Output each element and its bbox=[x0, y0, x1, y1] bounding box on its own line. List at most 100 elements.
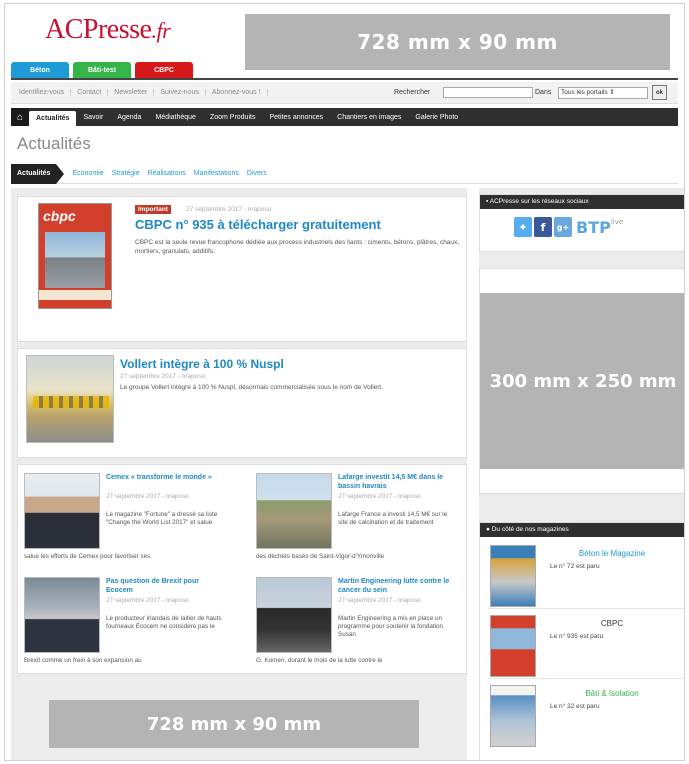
article-desc: Le groupe Vollert intègre à 100 % Nuspl,… bbox=[120, 384, 384, 391]
article-title[interactable]: Cemex « transforme le monde » bbox=[106, 473, 224, 482]
live-text: live bbox=[610, 217, 624, 226]
sidebar-ad-banner[interactable]: 300 mm x 250 mm bbox=[480, 293, 684, 469]
magazines-box: ● Du côté de nos magazines Béton le Maga… bbox=[479, 522, 684, 760]
article-grid: Cemex « transforme le monde » 27 septemb… bbox=[17, 464, 467, 674]
divider bbox=[11, 78, 678, 80]
list-item: Cemex « transforme le monde » 27 septemb… bbox=[18, 465, 238, 565]
magazine-item-bati[interactable]: Bâti & Isolation Le n° 32 est paru bbox=[488, 681, 684, 749]
home-icon[interactable]: ⌂ bbox=[11, 108, 29, 126]
article-desc-overflow: des déchets basés de Saint-Vigor-d'Ymonv… bbox=[256, 553, 385, 560]
portal-tab-bati[interactable]: Bâti-test bbox=[73, 62, 131, 78]
nav-savoir[interactable]: Savoir bbox=[76, 114, 110, 121]
social-header: ▪ ACPresse sur les réseaux sociaux bbox=[480, 195, 684, 209]
cover-strip bbox=[39, 290, 111, 300]
article-desc: Le producteur irlandais de laitier de ha… bbox=[106, 615, 222, 630]
featured-desc: CBPC est la seule revue francophone dédi… bbox=[135, 239, 460, 255]
article-title[interactable]: Lafarge investit 14,5 M€ dans le bassin … bbox=[338, 473, 456, 491]
nav-mediatheque[interactable]: Médiathèque bbox=[148, 114, 202, 121]
link-identify[interactable]: Identifiez-vous bbox=[19, 89, 72, 96]
subnav-actualites[interactable]: Actualités bbox=[11, 163, 66, 184]
magazine-cover[interactable] bbox=[490, 545, 536, 607]
scope-select-value: Tous les portails bbox=[561, 89, 608, 96]
search-label: Rechercher bbox=[394, 89, 431, 96]
search-ok-button[interactable]: ok bbox=[652, 85, 667, 100]
logo-tld: .fr bbox=[151, 18, 171, 43]
magazine-cover[interactable] bbox=[490, 615, 536, 677]
news-column: cbpc Important 27 septembre 2017 - nrapo… bbox=[11, 188, 467, 760]
google-plus-icon[interactable]: g+ bbox=[554, 217, 572, 237]
article-title[interactable]: Vollert intègre à 100 % Nuspl bbox=[120, 357, 284, 371]
magazine-item-beton[interactable]: Béton le Magazine Le n° 72 est paru bbox=[488, 541, 684, 609]
cover-logo: cbpc bbox=[43, 208, 76, 224]
nav-actualites[interactable]: Actualités bbox=[29, 111, 77, 126]
link-newsletter[interactable]: Newsletter bbox=[114, 89, 155, 96]
link-subscribe[interactable]: Abonnez-vous ! bbox=[212, 89, 268, 96]
article-title[interactable]: Martin Engineering lutte contre le cance… bbox=[338, 577, 456, 595]
page-title: Actualités bbox=[17, 134, 91, 153]
subnav-manifestations[interactable]: Manifestations bbox=[190, 170, 243, 177]
article-title[interactable]: Pas question de Brexit pour Ecocem bbox=[106, 577, 224, 595]
article-thumbnail[interactable] bbox=[24, 473, 100, 549]
sidebar: ▪ ACPresse sur les réseaux sociaux ✦ f g… bbox=[479, 188, 684, 760]
site-logo[interactable]: ACPresse.fr bbox=[45, 14, 171, 46]
search-input[interactable] bbox=[443, 87, 533, 98]
bottom-ad-banner[interactable]: 728 mm x 90 mm bbox=[49, 700, 419, 748]
article-desc: Martin Engineering a mis en place un pro… bbox=[338, 615, 444, 638]
magazine-name[interactable]: Béton le Magazine bbox=[544, 549, 680, 558]
magazine-name[interactable]: Bâti & Isolation bbox=[544, 689, 680, 698]
portal-tab-beton[interactable]: Béton bbox=[11, 62, 69, 78]
subnav-realisations[interactable]: Réalisations bbox=[144, 170, 190, 177]
portal-tabs: Béton Bâti-test CBPC bbox=[11, 62, 193, 78]
twitter-icon[interactable]: ✦ bbox=[514, 217, 532, 237]
magazines-header-text: Du côté de nos magazines bbox=[491, 526, 569, 533]
magazine-item-cbpc[interactable]: CBPC Le n° 935 est paru bbox=[488, 611, 684, 679]
page-frame: ACPresse.fr 728 mm x 90 mm Béton Bâti-te… bbox=[4, 3, 685, 761]
article-meta: 27 septembre 2017 - nraposo bbox=[106, 493, 189, 500]
article-thumbnail[interactable] bbox=[26, 355, 114, 443]
article-meta: 27 septembre 2017 - nraposo bbox=[186, 206, 272, 213]
utility-links: Identifiez-vous Contact Newsletter Suive… bbox=[11, 89, 268, 96]
article-desc-overflow: salue les efforts de Cemex pour favorise… bbox=[24, 553, 151, 560]
list-item: Pas question de Brexit pour Ecocem 27 se… bbox=[18, 569, 238, 669]
scope-select[interactable]: Tous les portails ⇕ bbox=[558, 87, 648, 99]
magazine-issue: Le n° 935 est paru bbox=[550, 633, 604, 640]
magazine-cover[interactable] bbox=[490, 685, 536, 747]
list-item: Martin Engineering lutte contre le cance… bbox=[250, 569, 470, 669]
featured-title[interactable]: CBPC n° 935 à télécharger gratuitement bbox=[135, 217, 381, 232]
magazine-name[interactable]: CBPC bbox=[544, 619, 680, 628]
article-meta: 27 septembre 2017 - nraposo bbox=[338, 597, 421, 604]
nav-agenda[interactable]: Agenda bbox=[110, 114, 148, 121]
scope-label: Dans bbox=[535, 89, 552, 96]
social-icons: ✦ f g+ BTPlive bbox=[514, 217, 623, 237]
facebook-icon[interactable]: f bbox=[534, 217, 552, 237]
article-desc-overflow: G. Komen, durant le mois de la lutte con… bbox=[256, 657, 383, 664]
cbpc-cover-image[interactable]: cbpc bbox=[38, 203, 112, 309]
nav-zoom-produits[interactable]: Zoom Produits bbox=[203, 114, 263, 121]
article-desc: Lafarge France a investi 14,5 M€ sur le … bbox=[338, 511, 448, 526]
logo-brand: ACPresse bbox=[45, 14, 152, 45]
subnav-divers[interactable]: Divers bbox=[243, 170, 271, 177]
article-meta: 27 septembre 2017 - nraposo bbox=[120, 373, 206, 380]
cover-photo bbox=[45, 232, 105, 288]
sub-nav: Actualités Economie Stratégie Réalisatio… bbox=[11, 163, 678, 184]
article-thumbnail[interactable] bbox=[256, 473, 332, 549]
article-thumbnail[interactable] bbox=[256, 577, 332, 653]
magazine-issue: Le n° 32 est paru bbox=[550, 703, 600, 710]
main-nav: ⌂ Actualités Savoir Agenda Médiathèque Z… bbox=[11, 108, 678, 126]
link-contact[interactable]: Contact bbox=[77, 89, 109, 96]
sidebar-ad-box: 300 mm x 250 mm bbox=[479, 268, 684, 494]
article-thumbnail[interactable] bbox=[24, 577, 100, 653]
nav-petites-annonces[interactable]: Petites annonces bbox=[262, 114, 330, 121]
list-item: Lafarge investit 14,5 M€ dans le bassin … bbox=[250, 465, 470, 565]
magazine-issue: Le n° 72 est paru bbox=[550, 563, 600, 570]
subnav-strategie[interactable]: Stratégie bbox=[108, 170, 144, 177]
article-meta: 27 septembre 2017 - nraposo bbox=[106, 597, 189, 604]
subnav-economie[interactable]: Economie bbox=[68, 170, 107, 177]
important-badge: Important bbox=[135, 205, 171, 214]
btp-live-logo[interactable]: BTPlive bbox=[576, 218, 623, 237]
top-ad-banner[interactable]: 728 mm x 90 mm bbox=[245, 14, 670, 70]
portal-tab-cbpc[interactable]: CBPC bbox=[135, 62, 193, 78]
link-follow[interactable]: Suivez-nous bbox=[160, 89, 206, 96]
nav-galerie[interactable]: Galerie Photo bbox=[408, 114, 465, 121]
nav-chantiers[interactable]: Chantiers en images bbox=[330, 114, 408, 121]
